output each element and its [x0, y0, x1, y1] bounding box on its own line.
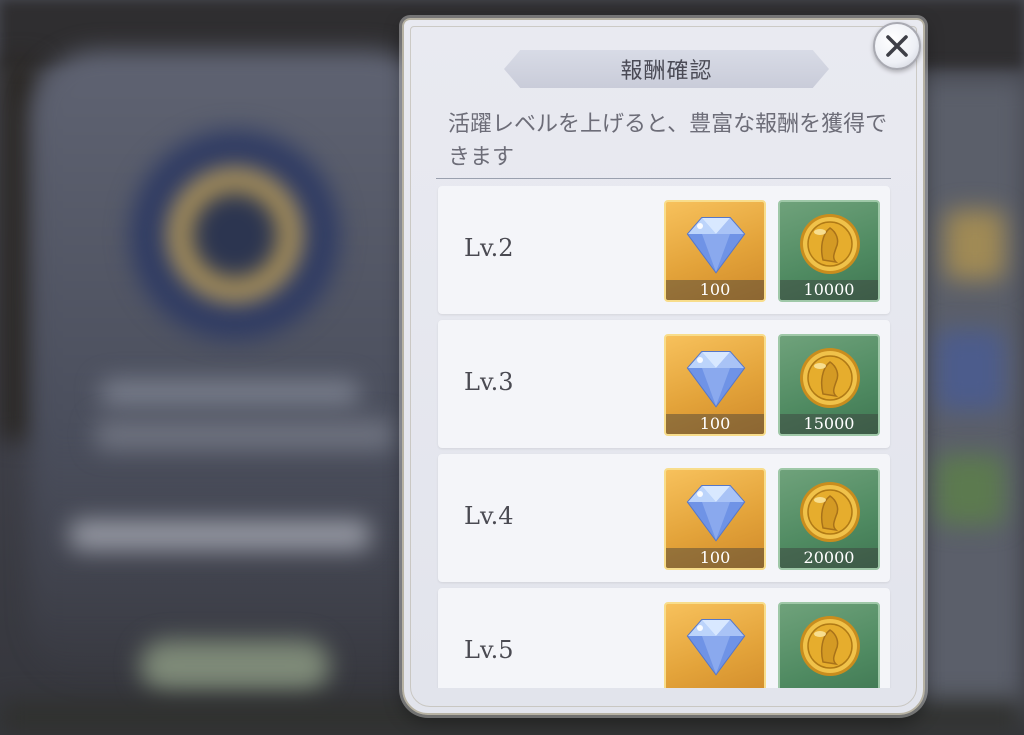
reward-row: Lv.3 100 15000: [438, 320, 890, 448]
dialog-title-plate: 報酬確認: [504, 50, 829, 88]
gem-reward-item[interactable]: 100: [664, 200, 766, 302]
coin-reward-item[interactable]: [778, 602, 880, 688]
diamond-icon: [686, 619, 746, 676]
gem-quantity: 100: [666, 414, 764, 434]
diamond-icon: [686, 217, 746, 274]
level-label: Lv.5: [464, 636, 514, 664]
dialog-title: 報酬確認: [620, 59, 713, 84]
reward-row: Lv.5: [438, 588, 890, 688]
dialog-description: 活躍レベルを上げると、豊富な報酬を獲得できます: [448, 112, 888, 170]
coin-quantity: 20000: [780, 548, 878, 568]
reward-row: Lv.4 100 20000: [438, 454, 890, 582]
coin-reward-item[interactable]: 15000: [778, 334, 880, 436]
diamond-icon: [686, 351, 746, 408]
reward-confirm-dialog: 報酬確認 活躍レベルを上げると、豊富な報酬を獲得できます Lv.2 100 10…: [402, 18, 925, 715]
reward-list[interactable]: Lv.2 100 10000 Lv.3 100 15000 Lv.4 100 2…: [436, 186, 892, 688]
coin-reward-item[interactable]: 10000: [778, 200, 880, 302]
diamond-icon: [686, 485, 746, 542]
gem-quantity: 100: [666, 548, 764, 568]
gem-reward-item[interactable]: 100: [664, 468, 766, 570]
gem-quantity: 100: [666, 280, 764, 300]
coin-quantity: 15000: [780, 414, 878, 434]
gold-coin-icon: [800, 348, 860, 408]
coin-quantity: 10000: [780, 280, 878, 300]
close-icon: [886, 35, 908, 57]
level-label: Lv.3: [464, 368, 514, 396]
gold-coin-icon: [800, 616, 860, 676]
level-label: Lv.4: [464, 502, 514, 530]
reward-row: Lv.2 100 10000: [438, 186, 890, 314]
gold-coin-icon: [800, 482, 860, 542]
level-label: Lv.2: [464, 234, 514, 262]
gem-reward-item[interactable]: [664, 602, 766, 688]
gem-reward-item[interactable]: 100: [664, 334, 766, 436]
close-button[interactable]: [873, 22, 921, 70]
coin-reward-item[interactable]: 20000: [778, 468, 880, 570]
divider: [436, 178, 891, 179]
gold-coin-icon: [800, 214, 860, 274]
